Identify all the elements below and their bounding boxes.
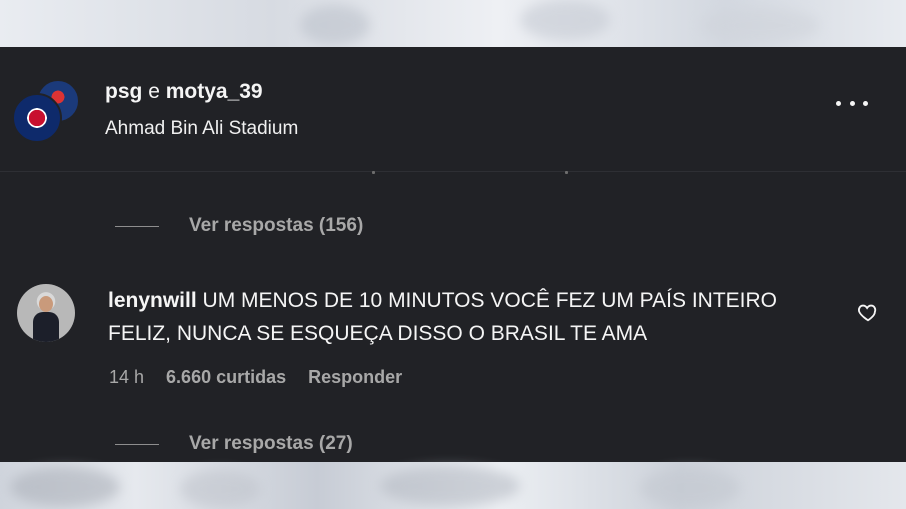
author-conjunction: e xyxy=(148,80,160,103)
comment-body: lenynwill UM MENOS DE 10 MINUTOS VOCÊ FE… xyxy=(108,284,828,350)
commenter-avatar[interactable] xyxy=(17,284,75,342)
comment-time: 14 h xyxy=(109,367,145,387)
replies-divider xyxy=(115,443,159,445)
background-photo-bottom xyxy=(0,462,906,509)
background-photo-top xyxy=(0,0,906,47)
comment-likes[interactable]: 6.660 curtidas xyxy=(166,367,286,388)
psg-logo-icon xyxy=(22,103,52,133)
collab-avatars[interactable] xyxy=(12,79,82,143)
author-link-psg[interactable]: psg xyxy=(105,80,142,103)
clipped-text-remnant xyxy=(0,171,906,175)
heart-icon[interactable] xyxy=(857,301,879,323)
post-header: psg e motya_39 Ahmad Bin Ali Stadium xyxy=(0,47,906,172)
view-replies-button-1[interactable]: Ver respostas (156) xyxy=(115,215,363,237)
author-link-motya[interactable]: motya_39 xyxy=(166,80,263,103)
comment-content: UM MENOS DE 10 MINUTOS VOCÊ FEZ UM PAÍS … xyxy=(108,289,777,345)
view-replies-label[interactable]: Ver respostas (156) xyxy=(189,215,363,237)
replies-divider xyxy=(115,225,159,227)
reply-button[interactable]: Responder xyxy=(308,367,402,388)
comment-username[interactable]: lenynwill xyxy=(108,289,197,312)
post-authors: psg e motya_39 xyxy=(105,80,263,104)
post-panel: psg e motya_39 Ahmad Bin Ali Stadium Ver… xyxy=(0,47,906,462)
view-replies-button-2[interactable]: Ver respostas (27) xyxy=(115,433,353,455)
avatar-psg[interactable] xyxy=(12,93,62,143)
more-horizontal-icon[interactable] xyxy=(836,93,868,113)
comment-meta: 14 h 6.660 curtidas Responder xyxy=(109,367,402,388)
post-location[interactable]: Ahmad Bin Ali Stadium xyxy=(105,118,298,140)
view-replies-label[interactable]: Ver respostas (27) xyxy=(189,433,353,455)
